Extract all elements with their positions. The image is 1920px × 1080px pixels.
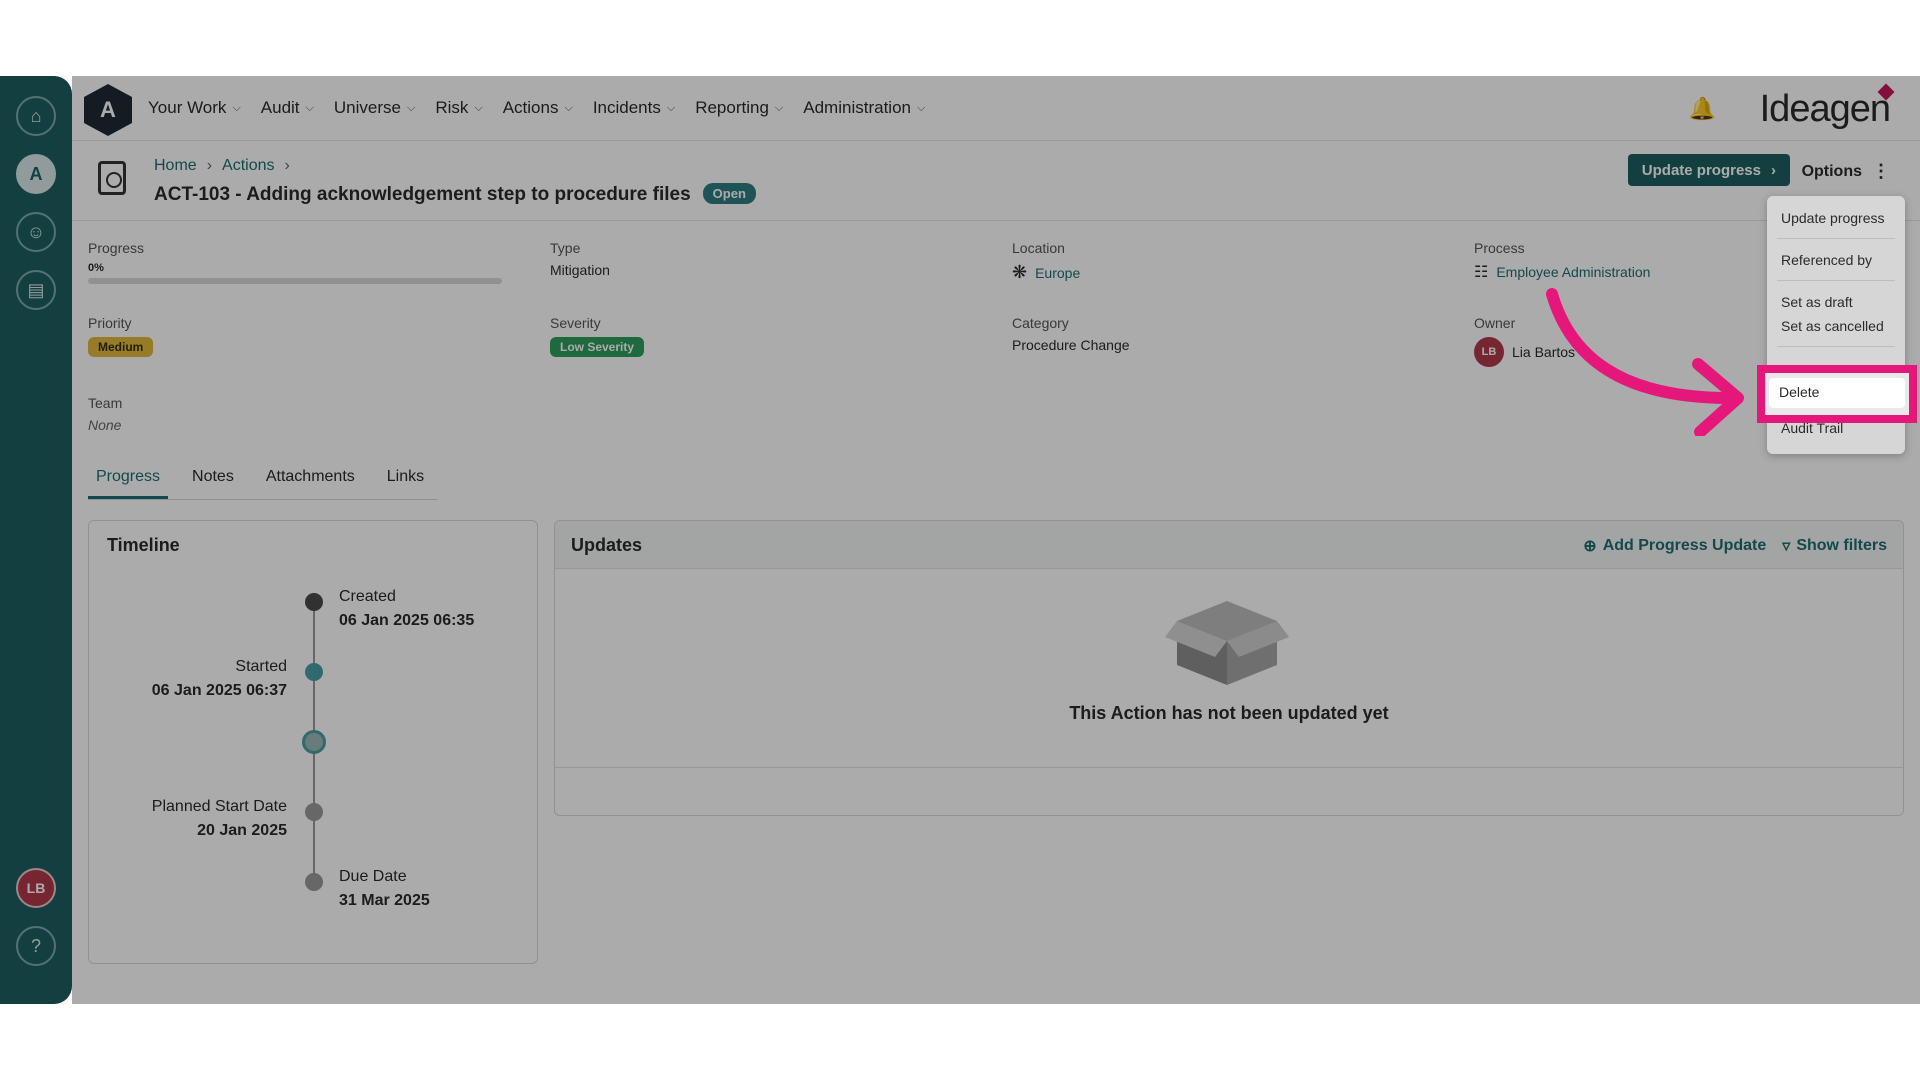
menu-item-set-as-draft[interactable]: Set as draft bbox=[1781, 294, 1853, 310]
menu-item-update-progress[interactable]: Update progress bbox=[1781, 210, 1885, 226]
menu-item-referenced-by[interactable]: Referenced by bbox=[1781, 252, 1872, 268]
menu-item-set-as-cancelled[interactable]: Set as cancelled bbox=[1781, 318, 1884, 334]
menu-item-delete[interactable]: Delete bbox=[1779, 384, 1819, 400]
menu-divider bbox=[1777, 346, 1895, 347]
modal-overlay bbox=[72, 76, 1920, 1004]
rail-overlay bbox=[0, 76, 72, 1004]
menu-divider bbox=[1777, 238, 1895, 239]
menu-divider bbox=[1777, 280, 1895, 281]
app-screen: ⌂ A ☺ ▤ LB ? A Your Work ⌵ Audit ⌵ Univers… bbox=[0, 76, 1920, 1004]
pointer-arrow-icon bbox=[1546, 288, 1744, 436]
highlight-frame: Delete bbox=[1757, 365, 1917, 423]
